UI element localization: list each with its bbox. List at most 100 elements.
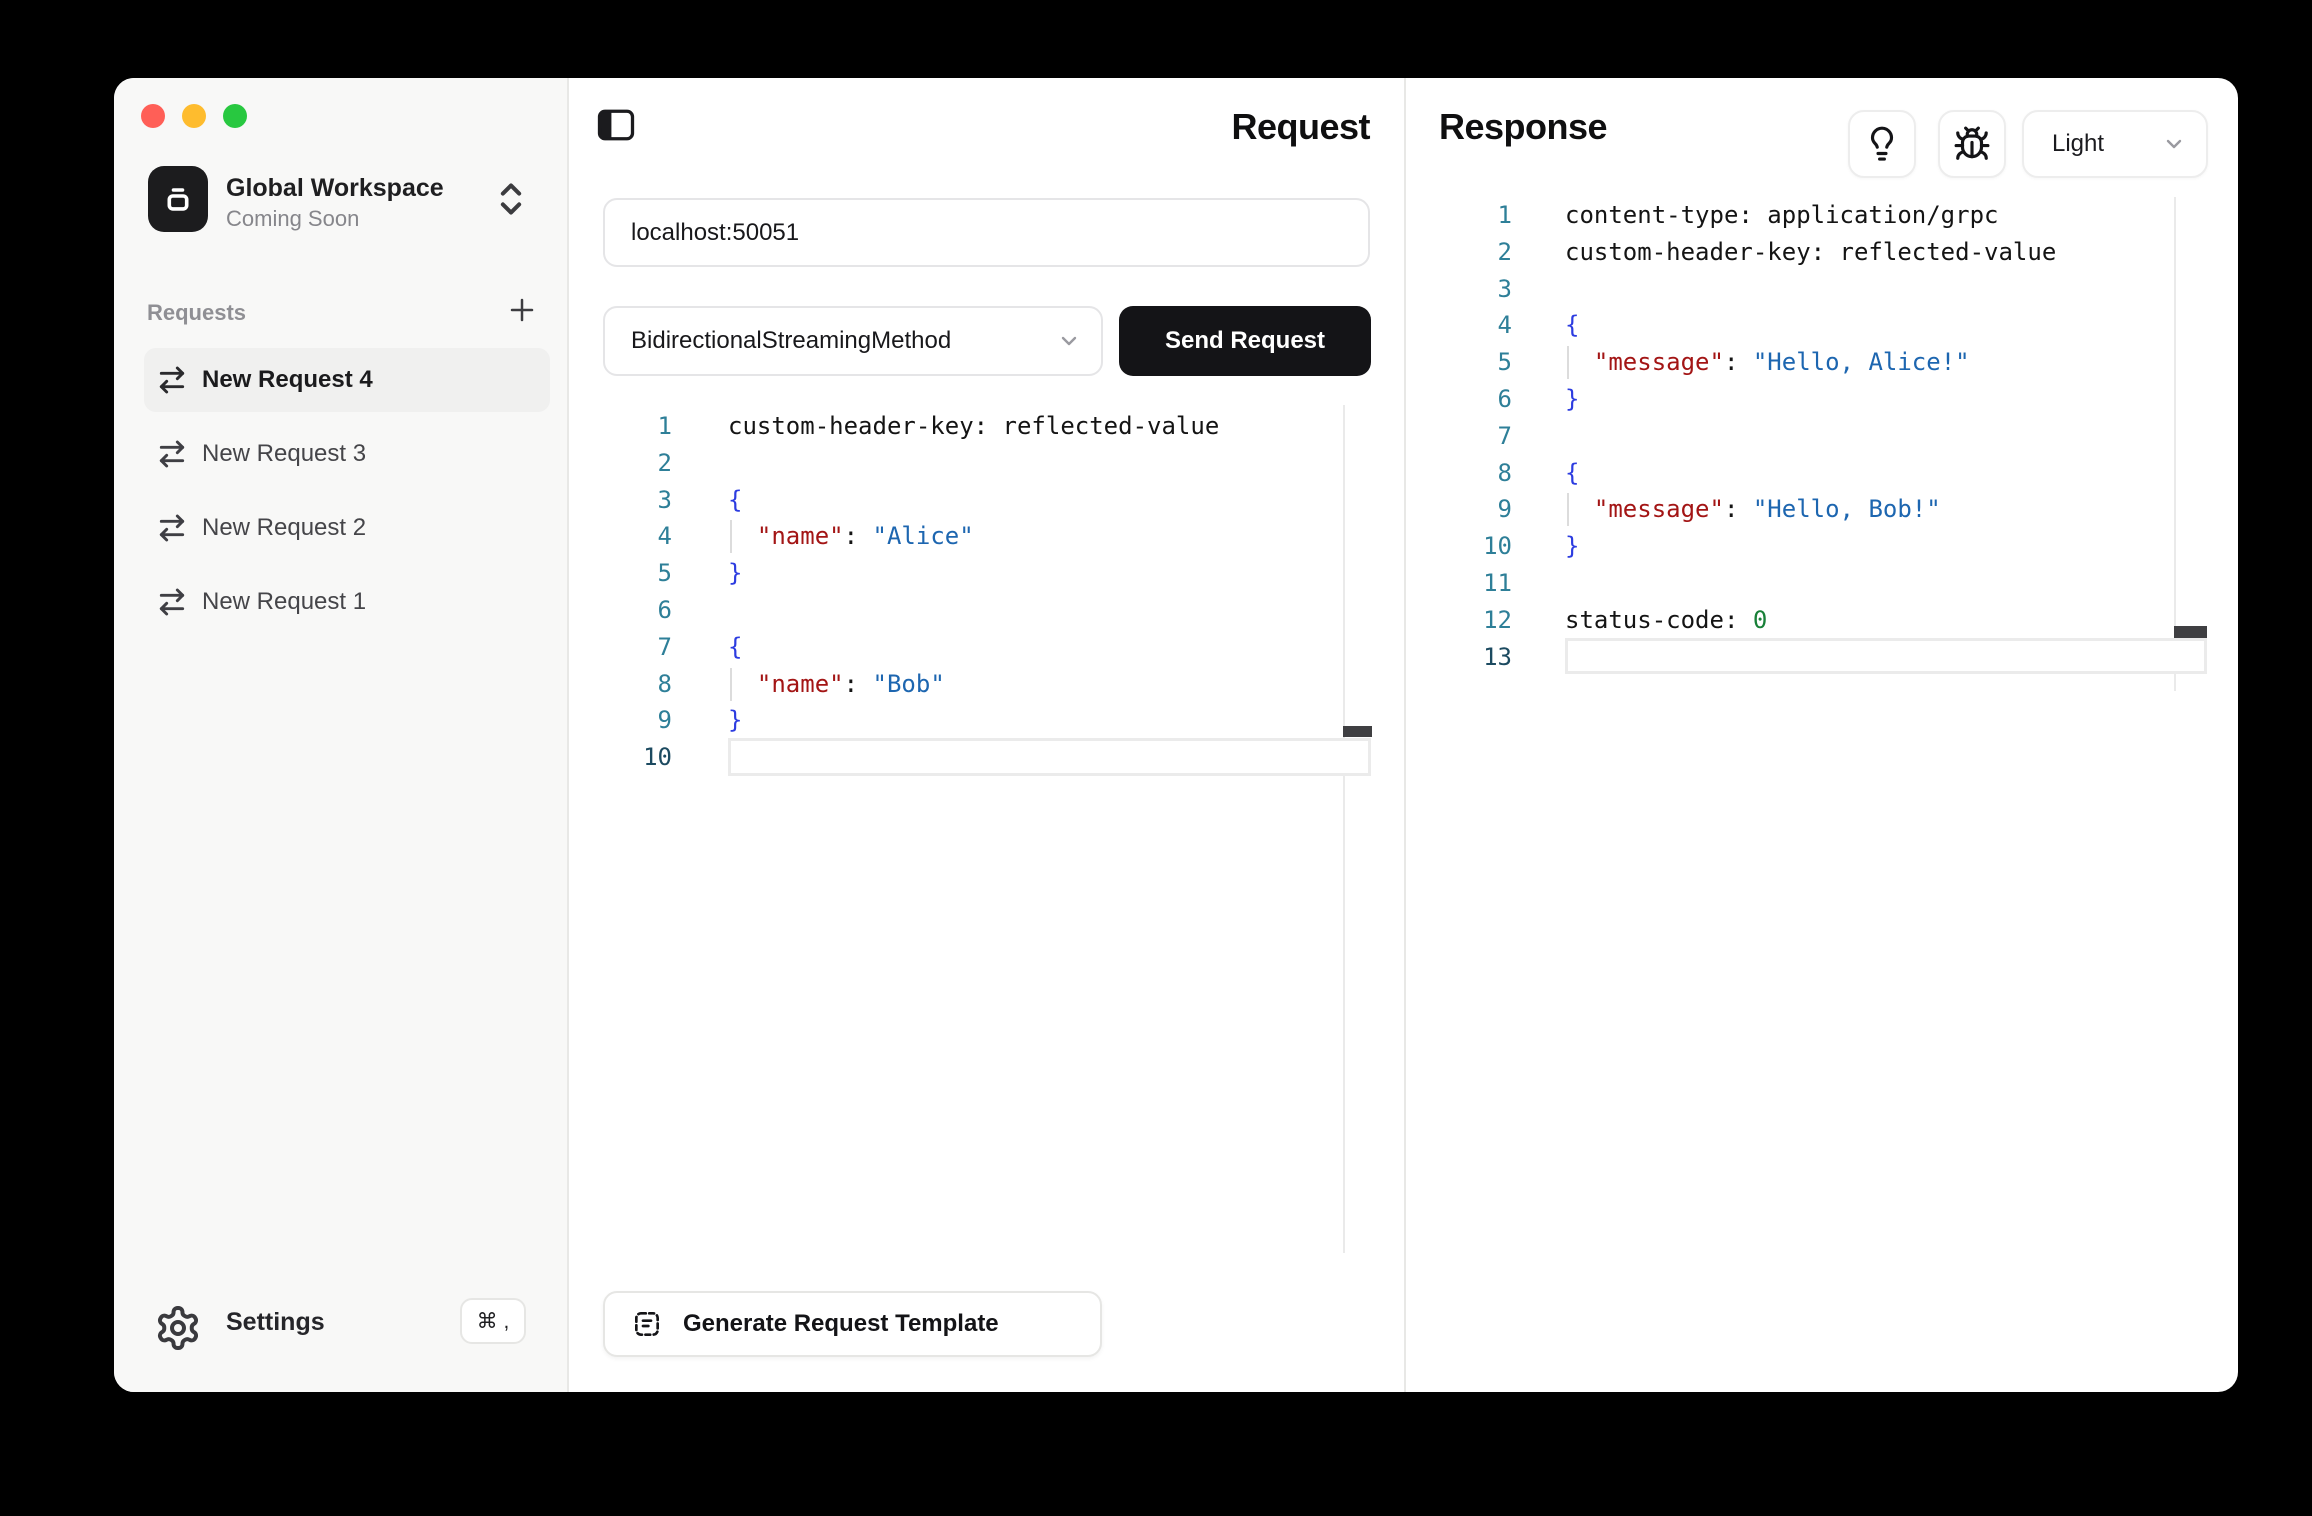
code-line[interactable]: 4 "name": "Alice" [603,518,1219,555]
chevron-down-icon [1057,329,1081,353]
line-content: custom-header-key: reflected-value [1512,234,2056,271]
code-line[interactable]: 7{ [603,629,1219,666]
line-content: { [1512,307,1579,344]
line-number: 6 [1444,381,1512,418]
add-request-button[interactable] [504,292,540,328]
plus-icon [507,295,537,325]
code-line[interactable]: 3 [1444,271,2056,308]
request-item-label: New Request 1 [202,588,366,616]
workspace-icon [148,166,208,232]
line-content: } [1512,528,1579,565]
line-content: status-code: 0 [1512,602,1767,639]
dashed-template-icon [631,1308,663,1340]
code-line[interactable]: 9} [603,702,1219,739]
indent-guide [1567,493,1569,526]
gear-icon [154,1304,202,1352]
code-line[interactable]: 3{ [603,482,1219,519]
sidebar-request-item[interactable]: New Request 4 [144,348,550,412]
code-line[interactable]: 12status-code: 0 [1444,602,2056,639]
line-number: 4 [603,518,672,555]
workspace-selector[interactable] [494,176,528,227]
send-request-button[interactable]: Send Request [1119,306,1371,376]
line-content [672,445,728,482]
request-editor-scrollbar-thumb[interactable] [1343,726,1372,737]
line-content [1512,271,1565,308]
line-number: 6 [603,592,672,629]
line-number: 9 [603,702,672,739]
line-number: 2 [603,445,672,482]
lightbulb-icon [1863,125,1901,163]
method-dropdown[interactable]: BidirectionalStreamingMethod [603,306,1103,376]
sidebar-request-item[interactable]: New Request 3 [144,422,550,486]
line-number: 5 [603,555,672,592]
code-line[interactable]: 8{ [1444,455,2056,492]
code-line[interactable]: 10} [1444,528,2056,565]
line-number: 13 [1444,639,1512,676]
line-number: 11 [1444,565,1512,602]
line-number: 8 [1444,455,1512,492]
code-line[interactable]: 4{ [1444,307,2056,344]
theme-dropdown[interactable]: Light [2022,110,2208,178]
line-content [672,592,728,629]
request-editor[interactable]: 1custom-header-key: reflected-value23{4 … [603,408,1219,776]
code-line[interactable]: 6} [1444,381,2056,418]
line-content: "message": "Hello, Bob!" [1512,491,1941,528]
line-content: { [1512,455,1579,492]
line-content: custom-header-key: reflected-value [672,408,1219,445]
chevron-up-down-icon [494,176,528,222]
code-line[interactable]: 8 "name": "Bob" [603,666,1219,703]
line-content: { [672,629,742,666]
code-line[interactable]: 11 [1444,565,2056,602]
code-line[interactable]: 9 "message": "Hello, Bob!" [1444,491,2056,528]
line-number: 2 [1444,234,1512,271]
code-line[interactable]: 1custom-header-key: reflected-value [603,408,1219,445]
indent-guide [730,520,732,553]
response-editor-right-edge [2174,197,2176,691]
theme-dropdown-value: Light [2052,130,2104,158]
server-url-input[interactable] [603,198,1370,267]
line-content: "message": "Hello, Alice!" [1512,344,1970,381]
line-number: 9 [1444,491,1512,528]
code-line[interactable]: 7 [1444,418,2056,455]
generate-request-template-button[interactable]: Generate Request Template [603,1291,1102,1357]
code-line[interactable]: 5} [603,555,1219,592]
sidebar-request-item[interactable]: New Request 2 [144,496,550,560]
debug-button[interactable] [1938,110,2006,178]
sidebar-toggle-button[interactable] [592,101,640,149]
code-line[interactable]: 1content-type: application/grpc [1444,197,2056,234]
settings-row[interactable]: Settings ⌘ , [114,1286,569,1366]
sidebar-request-item[interactable]: New Request 1 [144,570,550,634]
indent-guide [1567,346,1569,379]
arrows-right-left-icon [156,586,188,618]
line-number: 1 [603,408,672,445]
arrows-right-left-icon [156,512,188,544]
code-line[interactable]: 2 [603,445,1219,482]
hint-button[interactable] [1848,110,1916,178]
minimize-window-button[interactable] [182,104,206,128]
method-dropdown-value: BidirectionalStreamingMethod [631,327,951,355]
workspace-title: Global Workspace [226,174,444,203]
request-editor-right-edge [1343,405,1345,1253]
line-number: 1 [1444,197,1512,234]
app-window: Global Workspace Coming Soon Requests Ne… [114,78,2238,1392]
code-line[interactable]: 2custom-header-key: reflected-value [1444,234,2056,271]
panel-divider [1404,78,1406,1392]
response-editor-scrollbar-thumb[interactable] [2174,626,2207,638]
line-number: 10 [603,739,672,776]
arrows-right-left-icon [156,438,188,470]
line-number: 4 [1444,307,1512,344]
workspace-subtitle: Coming Soon [226,206,359,232]
line-number: 3 [1444,271,1512,308]
response-editor[interactable]: 1content-type: application/grpc2custom-h… [1444,197,2056,675]
request-editor-cursor-line[interactable] [728,738,1371,776]
close-window-button[interactable] [141,104,165,128]
code-line[interactable]: 5 "message": "Hello, Alice!" [1444,344,2056,381]
request-list: New Request 4 New Request 3 New Request 2 N… [144,348,550,644]
code-line[interactable]: 6 [603,592,1219,629]
response-editor-cursor-line[interactable] [1565,638,2207,674]
line-number: 10 [1444,528,1512,565]
line-number: 8 [603,666,672,703]
zoom-window-button[interactable] [223,104,247,128]
sidebar: Global Workspace Coming Soon Requests Ne… [114,78,569,1392]
line-number: 12 [1444,602,1512,639]
